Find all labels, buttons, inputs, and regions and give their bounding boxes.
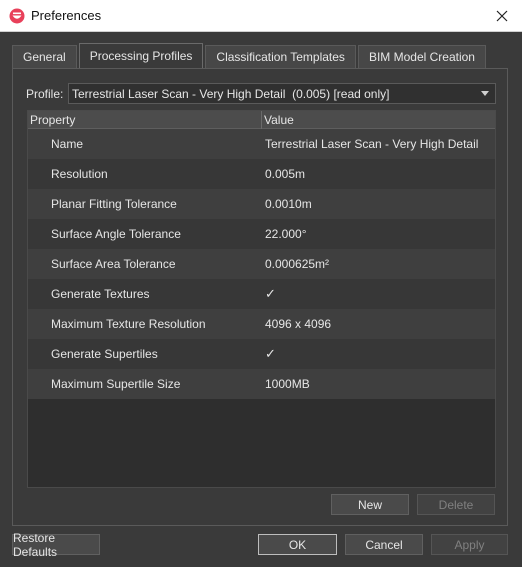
- table-row[interactable]: Generate Textures ✓: [28, 279, 495, 309]
- checkbox-checked-icon[interactable]: ✓: [262, 346, 276, 362]
- delete-profile-button[interactable]: Delete: [417, 494, 495, 515]
- tab-processing-profiles[interactable]: Processing Profiles: [78, 43, 204, 68]
- property-value[interactable]: 4096 x 4096: [262, 317, 331, 331]
- property-value[interactable]: Terrestrial Laser Scan - Very High Detai…: [262, 137, 478, 151]
- processing-profiles-panel: Profile: Terrestrial Laser Scan - Very H…: [12, 68, 508, 526]
- new-profile-button[interactable]: New: [331, 494, 409, 515]
- tab-bim-model-creation[interactable]: BIM Model Creation: [357, 45, 486, 68]
- table-body: Name Terrestrial Laser Scan - Very High …: [28, 129, 495, 399]
- title-bar: Preferences: [0, 0, 522, 32]
- property-value[interactable]: 0.0010m: [262, 197, 312, 211]
- property-name: Surface Angle Tolerance: [51, 227, 181, 241]
- tab-bar: General Processing Profiles Classificati…: [12, 43, 488, 68]
- table-row[interactable]: Maximum Supertile Size 1000MB: [28, 369, 495, 399]
- property-value[interactable]: 0.005m: [262, 167, 305, 181]
- ok-button[interactable]: OK: [258, 534, 337, 555]
- property-name: Maximum Supertile Size: [51, 377, 181, 391]
- column-header-value[interactable]: Value: [262, 111, 294, 129]
- cancel-button[interactable]: Cancel: [345, 534, 423, 555]
- close-icon[interactable]: [492, 6, 512, 26]
- tab-general[interactable]: General: [12, 45, 77, 68]
- table-row[interactable]: Maximum Texture Resolution 4096 x 4096: [28, 309, 495, 339]
- restore-defaults-button[interactable]: Restore Defaults: [12, 531, 100, 559]
- property-value[interactable]: 22.000°: [262, 227, 307, 241]
- property-value[interactable]: 0.000625m²: [262, 257, 329, 271]
- column-header-property[interactable]: Property: [28, 111, 262, 129]
- property-name: Generate Textures: [51, 287, 150, 301]
- property-name: Surface Area Tolerance: [51, 257, 176, 271]
- profile-dropdown[interactable]: Terrestrial Laser Scan - Very High Detai…: [68, 83, 496, 104]
- app-logo-icon: [9, 8, 25, 24]
- table-row[interactable]: Surface Angle Tolerance 22.000°: [28, 219, 495, 249]
- property-table: Property Value Name Terrestrial Laser Sc…: [27, 110, 496, 488]
- apply-button[interactable]: Apply: [431, 534, 508, 555]
- table-row[interactable]: Surface Area Tolerance 0.000625m²: [28, 249, 495, 279]
- window-title: Preferences: [31, 8, 102, 23]
- checkbox-checked-icon[interactable]: ✓: [262, 286, 276, 302]
- table-row[interactable]: Name Terrestrial Laser Scan - Very High …: [28, 129, 495, 159]
- table-header: Property Value: [28, 111, 495, 129]
- profile-selected-value: Terrestrial Laser Scan - Very High Detai…: [72, 86, 390, 101]
- property-name: Maximum Texture Resolution: [51, 317, 206, 331]
- property-name: Resolution: [51, 167, 108, 181]
- tab-classification-templates[interactable]: Classification Templates: [205, 45, 356, 68]
- property-name: Planar Fitting Tolerance: [51, 197, 177, 211]
- profile-label: Profile:: [26, 87, 64, 101]
- property-value[interactable]: 1000MB: [262, 377, 310, 391]
- table-row[interactable]: Generate Supertiles ✓: [28, 339, 495, 369]
- chevron-down-icon: [481, 91, 489, 96]
- table-row[interactable]: Resolution 0.005m: [28, 159, 495, 189]
- table-row[interactable]: Planar Fitting Tolerance 0.0010m: [28, 189, 495, 219]
- property-name: Generate Supertiles: [51, 347, 158, 361]
- property-name: Name: [51, 137, 84, 151]
